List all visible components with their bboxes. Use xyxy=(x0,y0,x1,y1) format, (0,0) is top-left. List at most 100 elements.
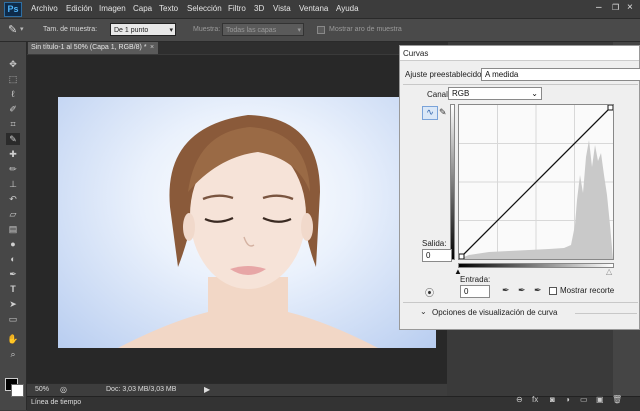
output-label: Salida: xyxy=(422,239,447,248)
show-clipping-checkbox[interactable] xyxy=(549,287,557,295)
layer-mask-icon[interactable]: ◙ xyxy=(550,395,555,404)
divider xyxy=(403,84,638,85)
sample-layers-select[interactable]: Todas las capas ▾ xyxy=(222,23,304,36)
photoshop-logo: Ps xyxy=(4,2,22,17)
sample-layers-value: Todas las capas xyxy=(226,27,277,34)
restore-icon[interactable]: ❐ xyxy=(612,3,619,12)
timeline-tab[interactable]: Línea de tiempo xyxy=(31,399,81,406)
type-icon[interactable]: T xyxy=(6,283,20,295)
menu-ayuda[interactable]: Ayuda xyxy=(336,4,359,13)
move-icon[interactable]: ✥ xyxy=(6,58,20,70)
curve-point-end xyxy=(607,104,614,111)
menu-capa[interactable]: Capa xyxy=(133,4,152,13)
document-tab-close-icon[interactable]: × xyxy=(150,42,154,54)
adjustment-layer-icon[interactable]: ◑ xyxy=(565,395,570,404)
link-layers-icon[interactable]: ⊖ xyxy=(516,395,523,404)
tool-preset-chevron-icon[interactable]: ▾ xyxy=(20,25,24,33)
input-label: Entrada: xyxy=(460,275,491,284)
curve-point-tool-icon[interactable]: ∿ xyxy=(422,106,438,120)
white-eyedropper-icon[interactable]: ✒ xyxy=(534,285,542,296)
white-point-slider[interactable]: △ xyxy=(606,267,612,276)
menu-seleccion[interactable]: Selección xyxy=(187,4,222,13)
input-field[interactable]: 0 xyxy=(460,285,490,298)
divider xyxy=(403,302,638,303)
eyedropper-icon[interactable]: ✎ xyxy=(6,133,20,145)
document-size-info: Doc: 3,03 MB/3,03 MB xyxy=(106,386,177,393)
channel-label: Canal: xyxy=(427,90,451,99)
layer-style-icon[interactable]: fx xyxy=(532,395,538,404)
brush-icon[interactable]: ✏ xyxy=(6,163,20,175)
chevron-down-icon: ▾ xyxy=(297,27,301,34)
menu-ventana[interactable]: Ventana xyxy=(299,4,328,13)
menu-vista[interactable]: Vista xyxy=(273,4,291,13)
sample-label: Muestra: xyxy=(193,26,221,33)
canvas-photo[interactable] xyxy=(58,97,436,348)
marquee-icon[interactable]: ⬚ xyxy=(6,73,20,85)
menu-archivo[interactable]: Archivo xyxy=(31,4,58,13)
output-field[interactable]: 0 xyxy=(422,249,452,262)
info-icon[interactable]: ◎ xyxy=(60,385,67,394)
delete-layer-icon[interactable]: 🗑 xyxy=(612,395,622,404)
new-group-icon[interactable]: ▭ xyxy=(580,395,588,404)
output-gradient-bar xyxy=(450,104,455,260)
crop-icon[interactable]: ⌗ xyxy=(6,118,20,130)
curve-graph-svg xyxy=(458,104,614,260)
close-icon[interactable]: × xyxy=(627,2,633,13)
portrait-image xyxy=(118,115,378,348)
stamp-icon[interactable]: ⊥ xyxy=(6,178,20,190)
preset-value: A medida xyxy=(485,70,519,79)
new-layer-icon[interactable]: ▣ xyxy=(596,395,604,404)
menu-3d[interactable]: 3D xyxy=(254,4,264,13)
target-adjust-icon[interactable]: ⦿ xyxy=(425,286,434,299)
background-color-swatch[interactable] xyxy=(11,384,24,397)
chevron-down-icon: ▾ xyxy=(169,27,173,34)
blur-icon[interactable]: ● xyxy=(6,238,20,250)
gradient-icon[interactable]: ▤ xyxy=(6,223,20,235)
status-menu-arrow-icon[interactable]: ▶ xyxy=(204,385,210,394)
show-clipping-label: Mostrar recorte xyxy=(560,286,615,295)
sample-size-value: De 1 punto xyxy=(114,27,149,34)
healing-icon[interactable]: ✚ xyxy=(6,148,20,160)
menu-edicion[interactable]: Edición xyxy=(66,4,92,13)
history-brush-icon[interactable]: ↶ xyxy=(6,193,20,205)
pen-icon[interactable]: ✒ xyxy=(6,268,20,280)
menu-bar: Ps Archivo Edición Imagen Capa Texto Sel… xyxy=(0,0,640,19)
divider xyxy=(575,313,637,314)
minimize-icon[interactable]: – xyxy=(596,2,602,13)
path-select-icon[interactable]: ➤ xyxy=(6,298,20,310)
input-gradient-bar xyxy=(458,263,614,268)
eraser-icon[interactable]: ▱ xyxy=(6,208,20,220)
options-bar: ✎ ▾ Tam. de muestra: De 1 punto ▾ Muestr… xyxy=(0,19,640,42)
output-value: 0 xyxy=(426,251,431,260)
menu-texto[interactable]: Texto xyxy=(159,4,178,13)
sample-size-select[interactable]: De 1 punto ▾ xyxy=(110,23,176,36)
lasso-icon[interactable]: ℓ xyxy=(6,88,20,100)
timeline-panel: Línea de tiempo xyxy=(27,396,640,411)
channel-select[interactable]: RGB ⌄ xyxy=(448,87,542,100)
quick-select-icon[interactable]: ✐ xyxy=(6,103,20,115)
curve-graph[interactable] xyxy=(458,104,614,260)
status-bar: 50% ◎ Doc: 3,03 MB/3,03 MB ▶ xyxy=(27,383,447,396)
hand-icon[interactable]: ✋ xyxy=(6,333,20,345)
channel-value: RGB xyxy=(452,89,470,98)
zoom-level[interactable]: 50% xyxy=(35,386,49,393)
document-tab[interactable]: Sin título-1 al 50% (Capa 1, RGB/8) * xyxy=(28,42,158,54)
menu-imagen[interactable]: Imagen xyxy=(99,4,126,13)
expand-chevron-icon[interactable]: ⌄ xyxy=(420,307,427,316)
black-eyedropper-icon[interactable]: ✒ xyxy=(502,285,510,296)
tools-panel: ✥ ⬚ ℓ ✐ ⌗ ✎ ✚ ✏ ⊥ ↶ ▱ ▤ ● ◐ ✒ T ➤ ▭ ✋ ⌕ xyxy=(0,42,27,410)
curve-point-start xyxy=(458,253,465,260)
show-ring-checkbox[interactable] xyxy=(317,26,325,34)
eyedropper-icon[interactable]: ✎ xyxy=(8,23,17,36)
zoom-icon[interactable]: ⌕ xyxy=(6,348,20,360)
show-ring-label: Mostrar aro de muestra xyxy=(329,26,402,33)
dodge-icon[interactable]: ◐ xyxy=(6,253,20,265)
preset-select[interactable]: A medida xyxy=(481,68,640,81)
gray-eyedropper-icon[interactable]: ✒ xyxy=(518,285,526,296)
shape-icon[interactable]: ▭ xyxy=(6,313,20,325)
display-options-toggle[interactable]: Opciones de visualización de curva xyxy=(432,308,557,317)
dialog-title: Curvas xyxy=(400,46,639,61)
sample-size-label: Tam. de muestra: xyxy=(43,26,98,33)
chevron-down-icon: ⌄ xyxy=(531,89,538,98)
menu-filtro[interactable]: Filtro xyxy=(228,4,246,13)
